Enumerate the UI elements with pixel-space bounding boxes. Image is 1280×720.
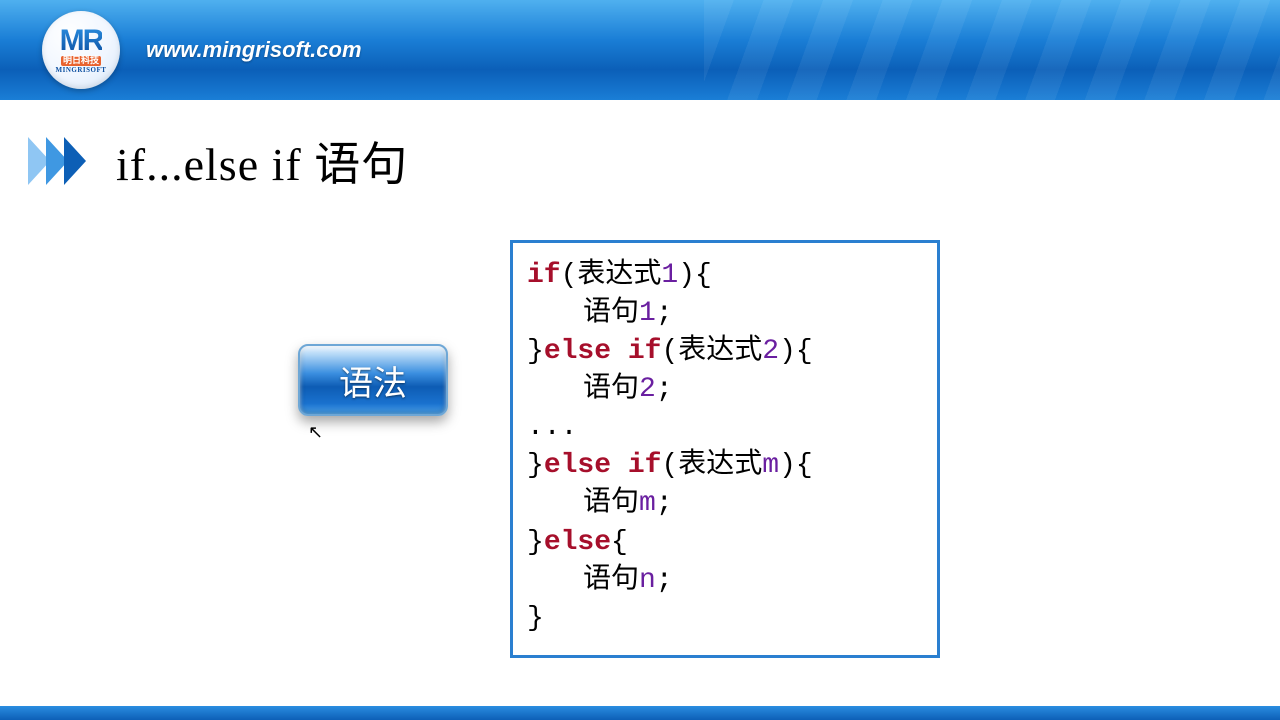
header-decor (704, 0, 1280, 100)
cursor-icon: ↖ (308, 422, 323, 443)
code-line-1: if(表达式1){ (527, 257, 923, 295)
content-area: 语法 ↖ if(表达式1){ 语句1; }else if(表达式2){ 语句2;… (0, 194, 1280, 714)
syntax-button-label: 语法 (339, 356, 407, 405)
logo-chinese: 明日科技 (61, 56, 101, 66)
chevron-icon (28, 137, 82, 185)
code-line-7: 语句m; (527, 485, 923, 523)
top-header: MR 明日科技 MINGRISOFT www.mingrisoft.com (0, 0, 1280, 100)
code-line-4: 语句2; (527, 371, 923, 409)
code-line-9: 语句n; (527, 562, 923, 600)
page-title: if...else if 语句 (116, 128, 408, 194)
syntax-button[interactable]: 语法 (298, 344, 448, 416)
title-row: if...else if 语句 (28, 128, 1280, 194)
code-line-6: }else if(表达式m){ (527, 447, 923, 485)
footer-band (0, 706, 1280, 720)
code-line-10: } (527, 600, 923, 638)
code-line-3: }else if(表达式2){ (527, 333, 923, 371)
code-box: if(表达式1){ 语句1; }else if(表达式2){ 语句2; ... … (510, 240, 940, 658)
code-line-8: }else{ (527, 524, 923, 562)
logo-initials: MR (60, 26, 103, 56)
brand-logo: MR 明日科技 MINGRISOFT (42, 11, 120, 89)
code-line-2: 语句1; (527, 295, 923, 333)
site-url: www.mingrisoft.com (146, 37, 362, 63)
logo-roman: MINGRISOFT (56, 66, 107, 74)
code-line-5: ... (527, 409, 923, 447)
